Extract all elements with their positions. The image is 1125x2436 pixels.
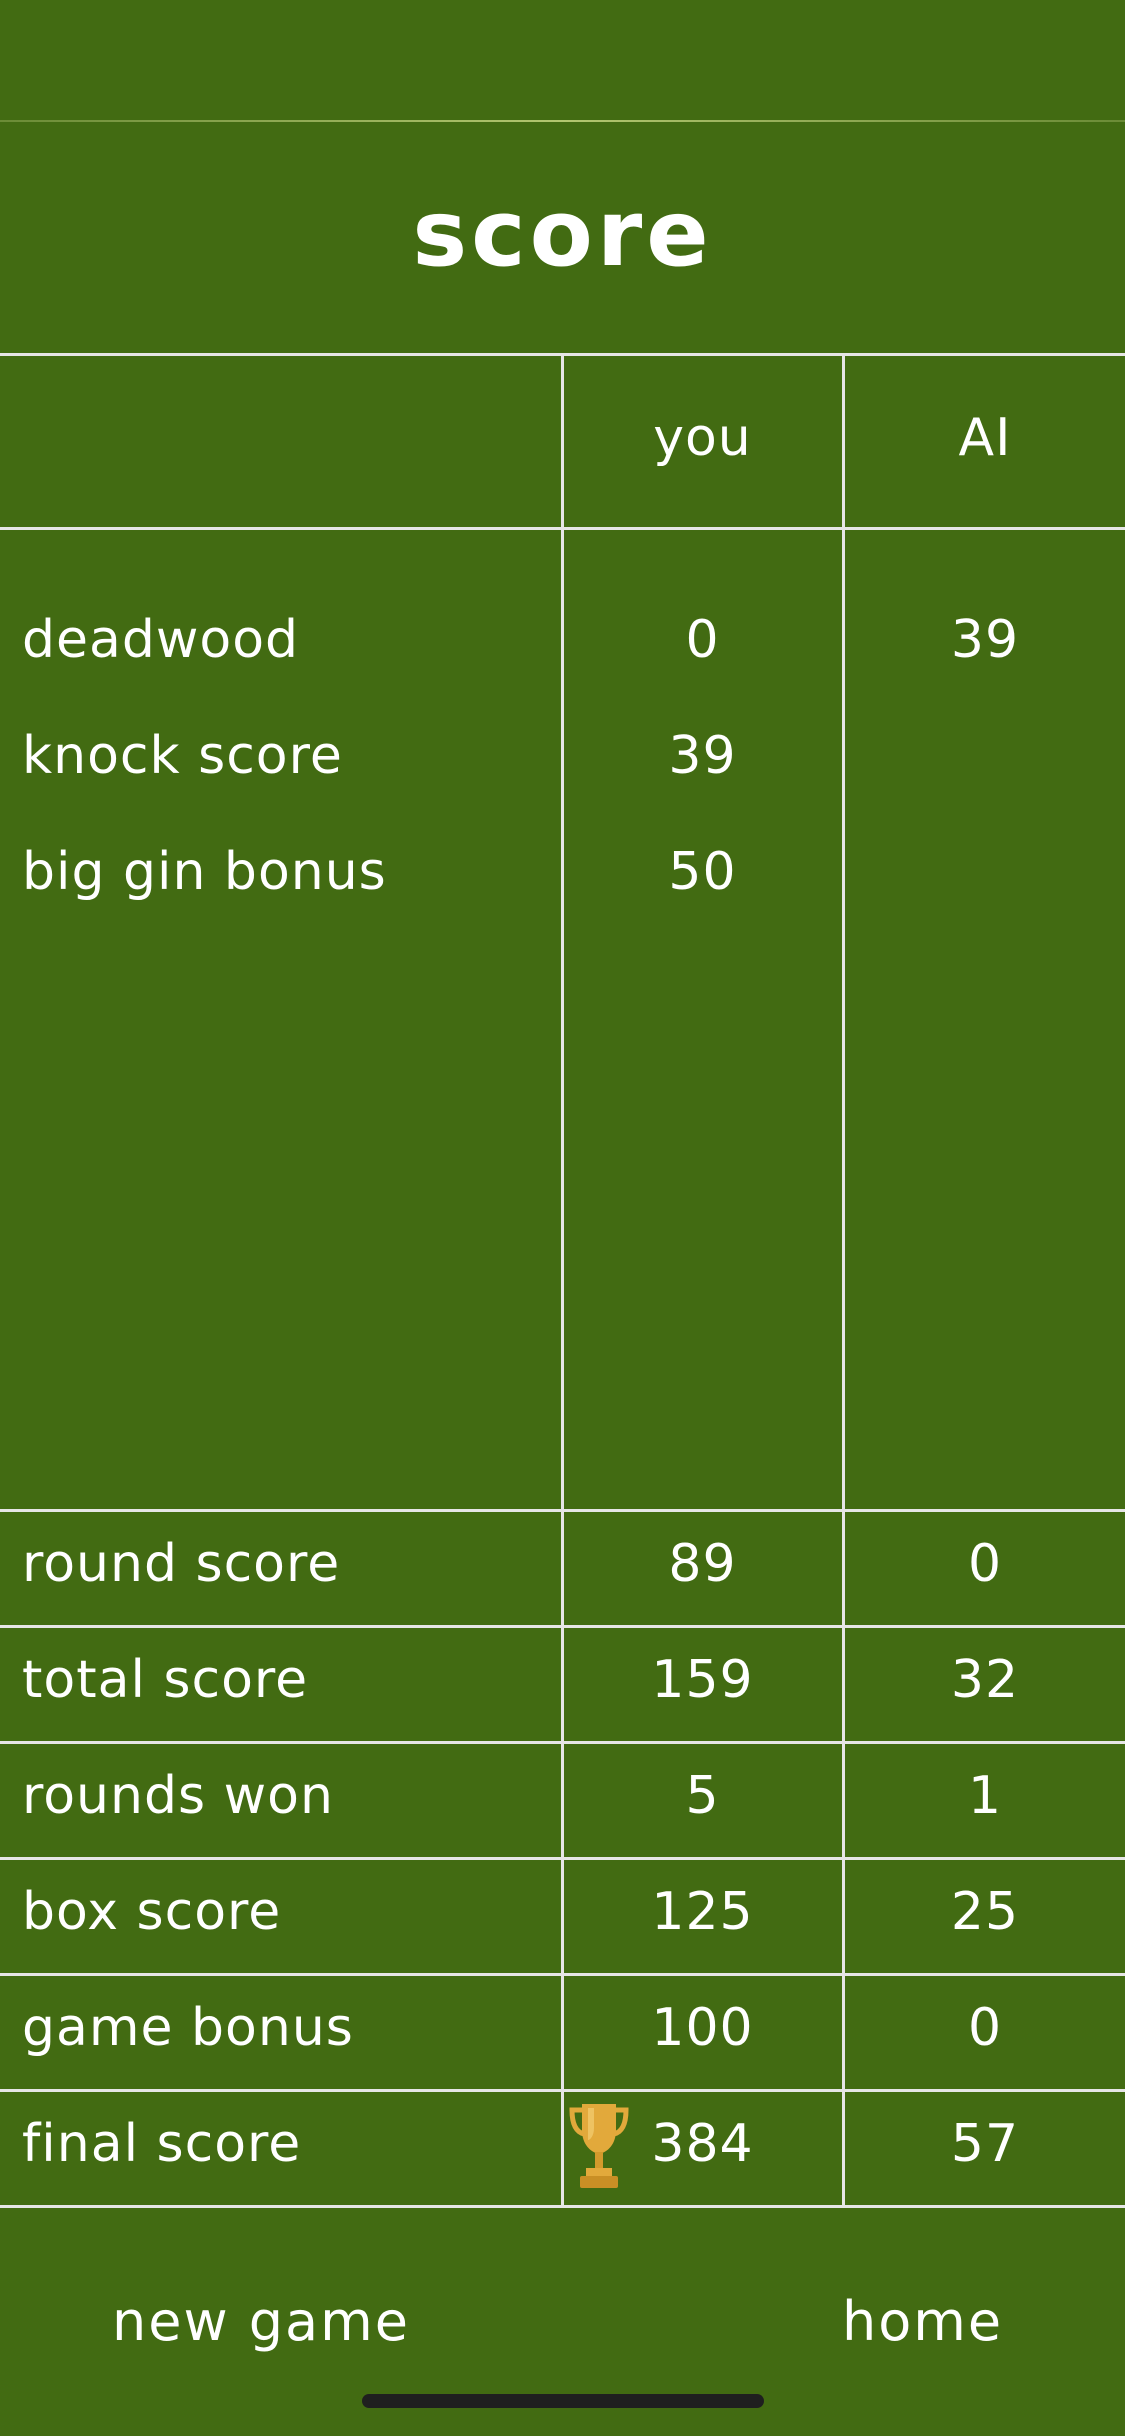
you-value: 5 bbox=[685, 1766, 720, 1826]
ai-value: 0 bbox=[967, 1534, 1003, 1594]
ai-value: 39 bbox=[950, 610, 1020, 670]
row-label: deadwood bbox=[22, 610, 300, 670]
home-indicator-bar[interactable] bbox=[362, 2394, 764, 2408]
row-label: knock score bbox=[22, 726, 343, 786]
you-value: 50 bbox=[668, 842, 737, 902]
you-value: 39 bbox=[668, 726, 737, 786]
page-title: score bbox=[412, 180, 713, 287]
home-button[interactable]: home bbox=[842, 2290, 1003, 2353]
column-header-ai: AI bbox=[958, 408, 1012, 468]
you-value: 100 bbox=[651, 1998, 754, 2058]
row-label: big gin bonus bbox=[22, 842, 387, 902]
you-value: 159 bbox=[651, 1650, 754, 1710]
ai-value: 57 bbox=[950, 2114, 1020, 2174]
ai-value: 32 bbox=[950, 1650, 1020, 1710]
row-label: game bonus bbox=[22, 1998, 354, 2058]
column-header-you: you bbox=[653, 408, 752, 468]
row-label: rounds won bbox=[22, 1766, 334, 1826]
new-game-button[interactable]: new game bbox=[112, 2290, 410, 2353]
you-value: 89 bbox=[668, 1534, 737, 1594]
row-label: total score bbox=[22, 1650, 309, 1710]
ai-value: 0 bbox=[967, 1998, 1003, 2058]
ai-value: 25 bbox=[950, 1882, 1020, 1942]
you-value: 125 bbox=[651, 1882, 754, 1942]
top-divider bbox=[0, 120, 1125, 122]
you-value: 0 bbox=[685, 610, 720, 670]
column-divider-you bbox=[561, 353, 564, 2208]
trophy-icon bbox=[569, 2104, 629, 2188]
row-label: box score bbox=[22, 1882, 282, 1942]
ai-value: 1 bbox=[967, 1766, 1003, 1826]
row-label: round score bbox=[22, 1534, 341, 1594]
row-label: final score bbox=[22, 2114, 302, 2174]
